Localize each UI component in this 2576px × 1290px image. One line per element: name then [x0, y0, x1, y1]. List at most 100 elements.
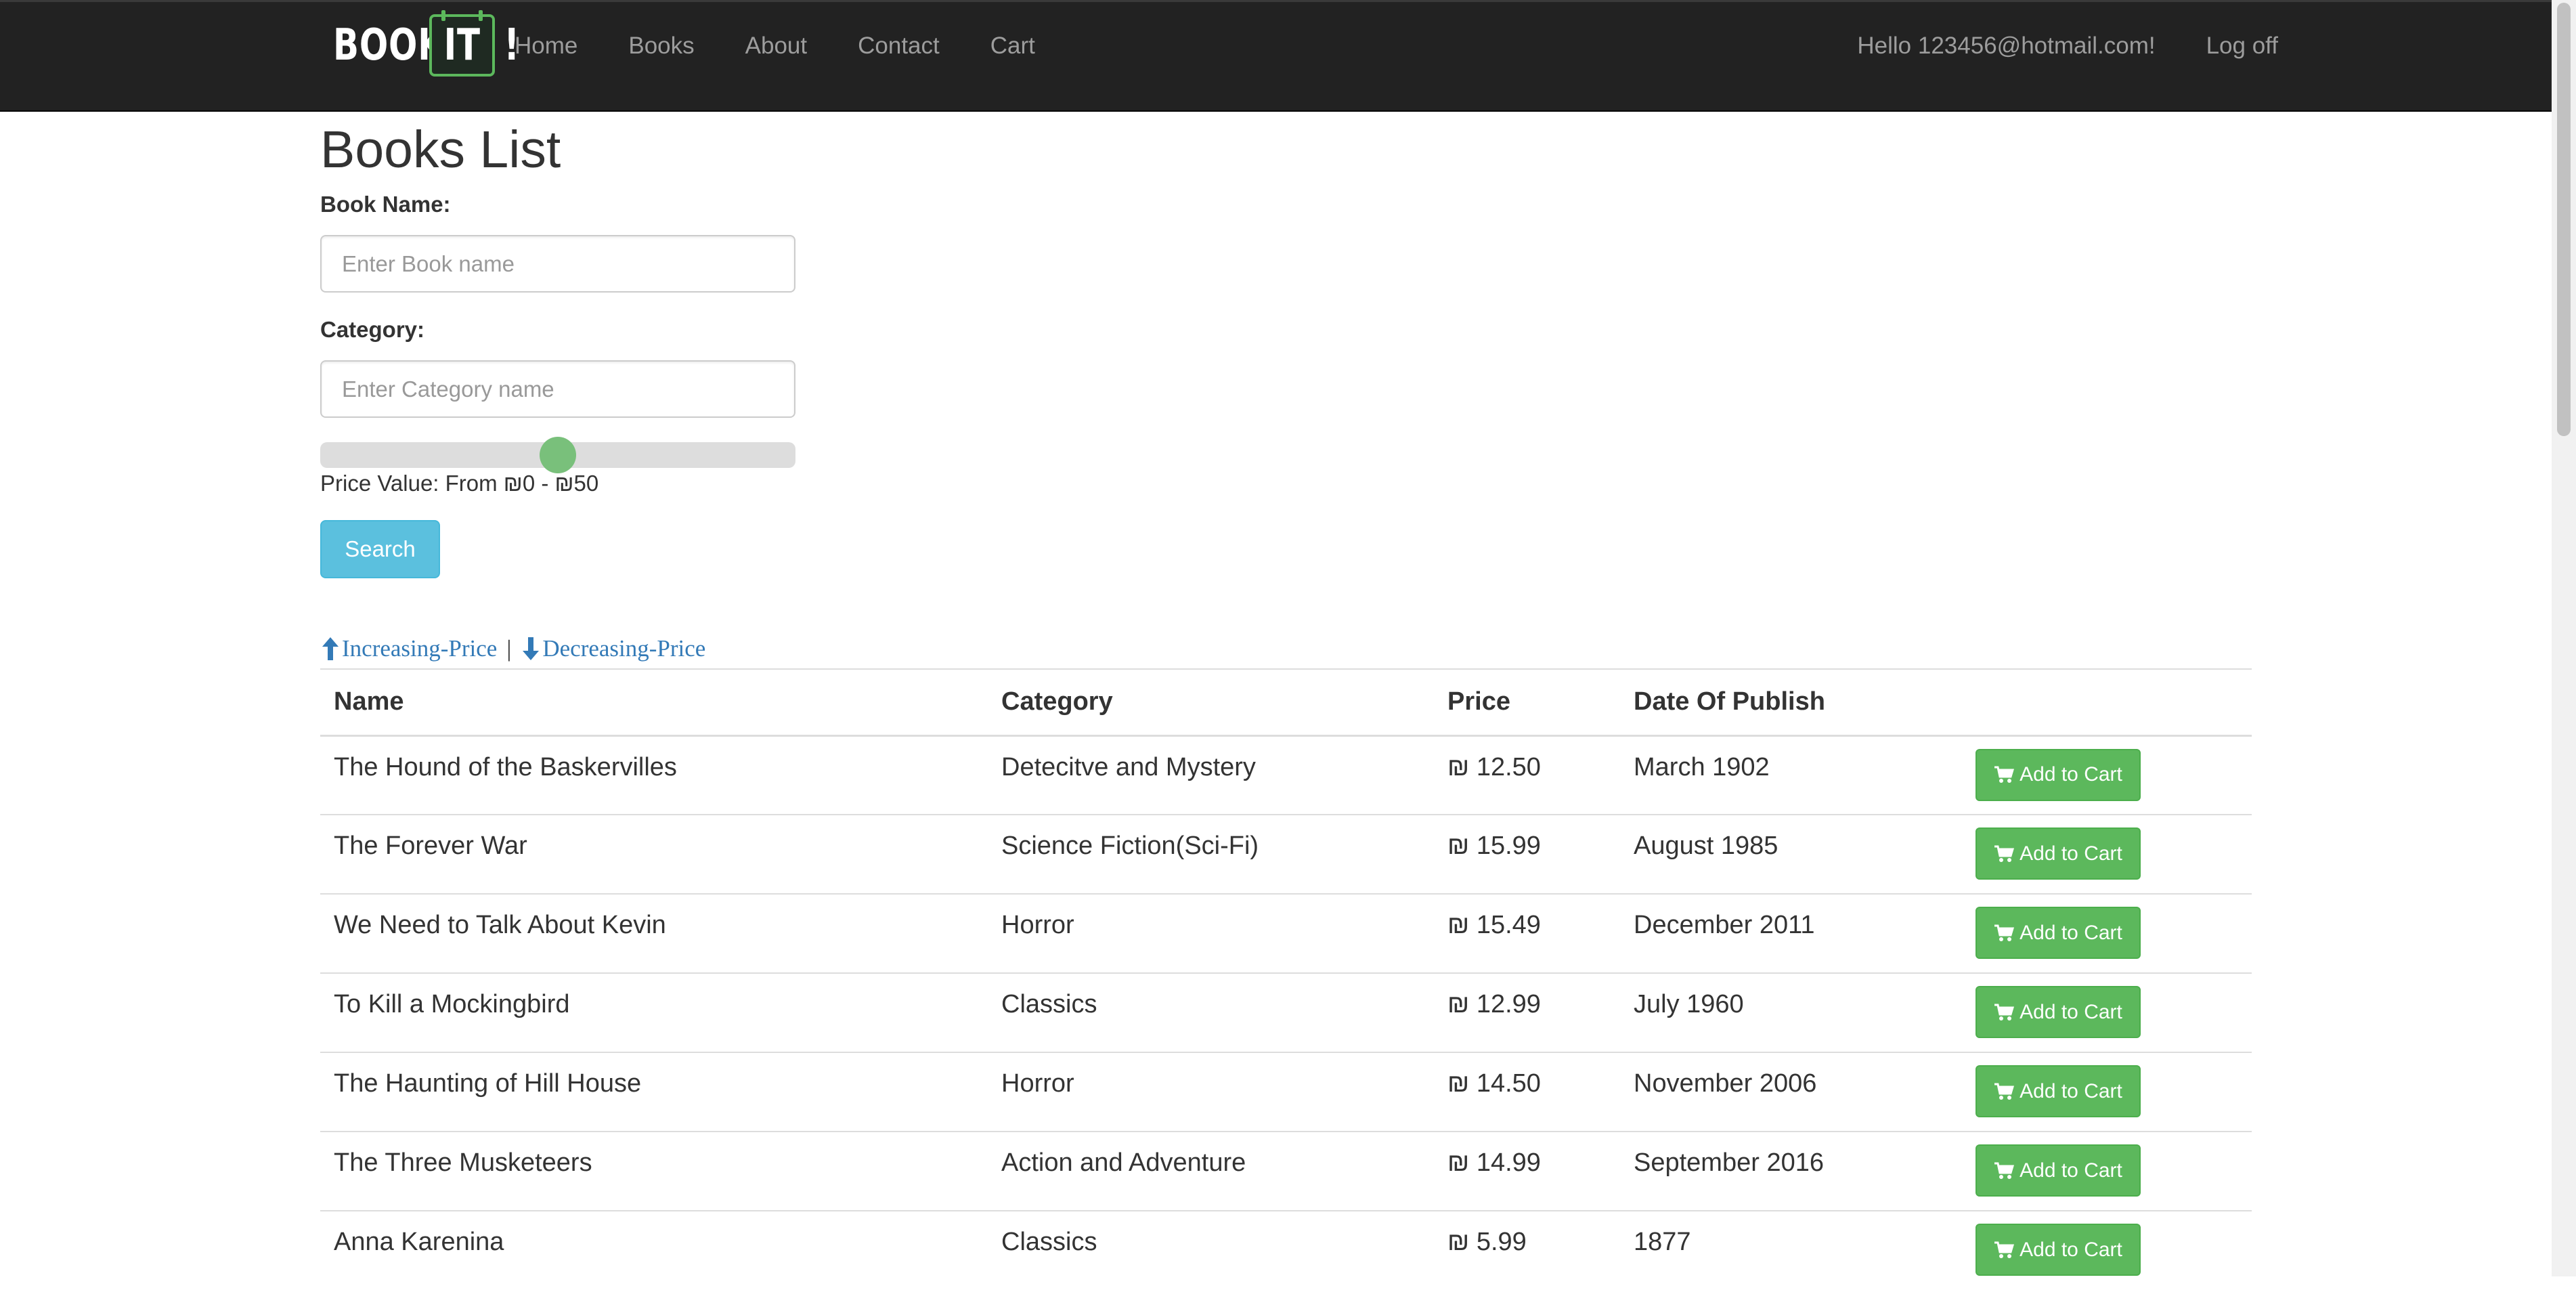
nav-link-contact[interactable]: Contact: [858, 33, 940, 60]
table-header-row: Name Category Price Date Of Publish: [320, 668, 2252, 737]
cell-category: Action and Adventure: [988, 1131, 1434, 1211]
add-to-cart-button[interactable]: Add to Cart: [1975, 827, 2141, 880]
add-to-cart-button[interactable]: Add to Cart: [1975, 748, 2141, 801]
column-header-price: Price: [1434, 668, 1620, 737]
shopping-cart-icon: [1994, 1083, 2015, 1100]
add-to-cart-label: Add to Cart: [2020, 763, 2122, 786]
logoff-link[interactable]: Log off: [2206, 33, 2278, 60]
category-input[interactable]: [320, 360, 795, 418]
table-row: The Three Musketeers Action and Adventur…: [320, 1131, 2252, 1211]
table-row: The Hound of the Baskervilles Detecitve …: [320, 735, 2252, 815]
cell-action: Add to Cart: [1962, 1052, 2252, 1132]
table-row: Anna Karenina Classics ₪ 5.99 1877 Add t…: [320, 1210, 2252, 1290]
main-nav: Home Books About Contact Cart: [515, 2, 1086, 90]
add-to-cart-label: Add to Cart: [2020, 1159, 2122, 1182]
shopping-cart-icon: [1994, 845, 2015, 862]
column-header-name: Name: [320, 668, 988, 737]
cell-book-name: The Three Musketeers: [320, 1131, 988, 1211]
brand-logo-pin-right: [479, 10, 483, 21]
column-header-date: Date Of Publish: [1620, 668, 1962, 737]
sort-decreasing-label: Decreasing-Price: [542, 635, 706, 662]
cell-category: Horror: [988, 1052, 1434, 1132]
cell-date: November 2006: [1620, 1052, 1962, 1132]
cell-date: 1877: [1620, 1210, 1962, 1290]
table-row: The Haunting of Hill House Horror ₪ 14.5…: [320, 1052, 2252, 1132]
shopping-cart-icon: [1994, 1162, 2015, 1179]
price-slider[interactable]: [320, 437, 795, 473]
brand-logo-it-box: IT: [429, 10, 496, 77]
cell-date: August 1985: [1620, 814, 1962, 894]
cell-price: ₪ 5.99: [1434, 1210, 1620, 1290]
cell-category: Detecitve and Mystery: [988, 735, 1434, 815]
cell-action: Add to Cart: [1962, 893, 2252, 973]
page-scrollbar[interactable]: [2552, 0, 2576, 1276]
cell-action: Add to Cart: [1962, 1131, 2252, 1211]
add-to-cart-button[interactable]: Add to Cart: [1975, 1065, 2141, 1117]
brand-logo-text-it: IT: [443, 20, 481, 70]
cell-action: Add to Cart: [1962, 1210, 2252, 1290]
arrow-down-icon: [523, 637, 540, 660]
cell-book-name: We Need to Talk About Kevin: [320, 893, 988, 973]
brand-logo-text-book: BOOK: [333, 20, 445, 70]
cell-category: Horror: [988, 893, 1434, 973]
cell-price: ₪ 15.49: [1434, 893, 1620, 973]
add-to-cart-button[interactable]: Add to Cart: [1975, 986, 2141, 1038]
page-title: Books List: [320, 121, 561, 179]
add-to-cart-label: Add to Cart: [2020, 1079, 2122, 1102]
cell-book-name: The Forever War: [320, 814, 988, 894]
nav-link-cart[interactable]: Cart: [990, 33, 1035, 60]
add-to-cart-button[interactable]: Add to Cart: [1975, 1144, 2141, 1197]
arrow-up-icon: [322, 637, 339, 660]
sort-increasing-link[interactable]: Increasing-Price: [320, 635, 497, 662]
cell-book-name: The Hound of the Baskervilles: [320, 735, 988, 815]
sort-separator: |: [506, 635, 512, 662]
book-name-input[interactable]: [320, 235, 795, 293]
nav-link-books[interactable]: Books: [628, 33, 694, 60]
add-to-cart-label: Add to Cart: [2020, 842, 2122, 865]
cell-price: ₪ 14.99: [1434, 1131, 1620, 1211]
cell-action: Add to Cart: [1962, 814, 2252, 894]
add-to-cart-button[interactable]: Add to Cart: [1975, 907, 2141, 959]
add-to-cart-label: Add to Cart: [2020, 921, 2122, 944]
cell-date: September 2016: [1620, 1131, 1962, 1211]
cell-price: ₪ 12.99: [1434, 972, 1620, 1052]
cell-price: ₪ 12.50: [1434, 735, 1620, 815]
book-name-label: Book Name:: [320, 192, 451, 217]
cell-price: ₪ 14.50: [1434, 1052, 1620, 1132]
add-to-cart-button[interactable]: Add to Cart: [1975, 1224, 2141, 1276]
shopping-cart-icon: [1994, 924, 2015, 941]
nav-link-about[interactable]: About: [745, 33, 807, 60]
nav-link-home[interactable]: Home: [515, 33, 577, 60]
cell-book-name: To Kill a Mockingbird: [320, 972, 988, 1052]
cell-category: Science Fiction(Sci-Fi): [988, 814, 1434, 894]
user-greeting-link[interactable]: Hello 123456@hotmail.com!: [1857, 33, 2155, 60]
category-label: Category:: [320, 317, 425, 342]
cell-date: July 1960: [1620, 972, 1962, 1052]
cell-date: December 2011: [1620, 893, 1962, 973]
cell-price: ₪ 15.99: [1434, 814, 1620, 894]
cell-category: Classics: [988, 1210, 1434, 1290]
price-value-text: Price Value: From ₪0 - ₪50: [320, 471, 599, 496]
user-nav: Hello 123456@hotmail.com! Log off: [1806, 2, 2278, 90]
brand-logo-pin-left: [441, 10, 445, 21]
price-slider-handle[interactable]: [540, 437, 576, 473]
add-to-cart-label: Add to Cart: [2020, 1000, 2122, 1023]
cell-book-name: Anna Karenina: [320, 1210, 988, 1290]
shopping-cart-icon: [1994, 766, 2015, 783]
sort-increasing-label: Increasing-Price: [342, 635, 498, 662]
table-row: We Need to Talk About Kevin Horror ₪ 15.…: [320, 893, 2252, 973]
add-to-cart-label: Add to Cart: [2020, 1238, 2122, 1261]
brand-logo[interactable]: BOOK IT !: [333, 10, 523, 79]
shopping-cart-icon: [1994, 1004, 2015, 1020]
sort-links: Increasing-Price | Decreasing-Price: [320, 635, 705, 662]
books-table-body: The Hound of the Baskervilles Detecitve …: [320, 735, 2252, 1290]
table-row: The Forever War Science Fiction(Sci-Fi) …: [320, 814, 2252, 894]
column-header-category: Category: [988, 668, 1434, 737]
page-scrollbar-thumb[interactable]: [2557, 3, 2571, 436]
cell-action: Add to Cart: [1962, 972, 2252, 1052]
search-button[interactable]: Search: [320, 520, 440, 578]
column-header-actions: [1962, 668, 2252, 737]
cell-category: Classics: [988, 972, 1434, 1052]
sort-decreasing-link[interactable]: Decreasing-Price: [521, 635, 705, 662]
shopping-cart-icon: [1994, 1241, 2015, 1258]
